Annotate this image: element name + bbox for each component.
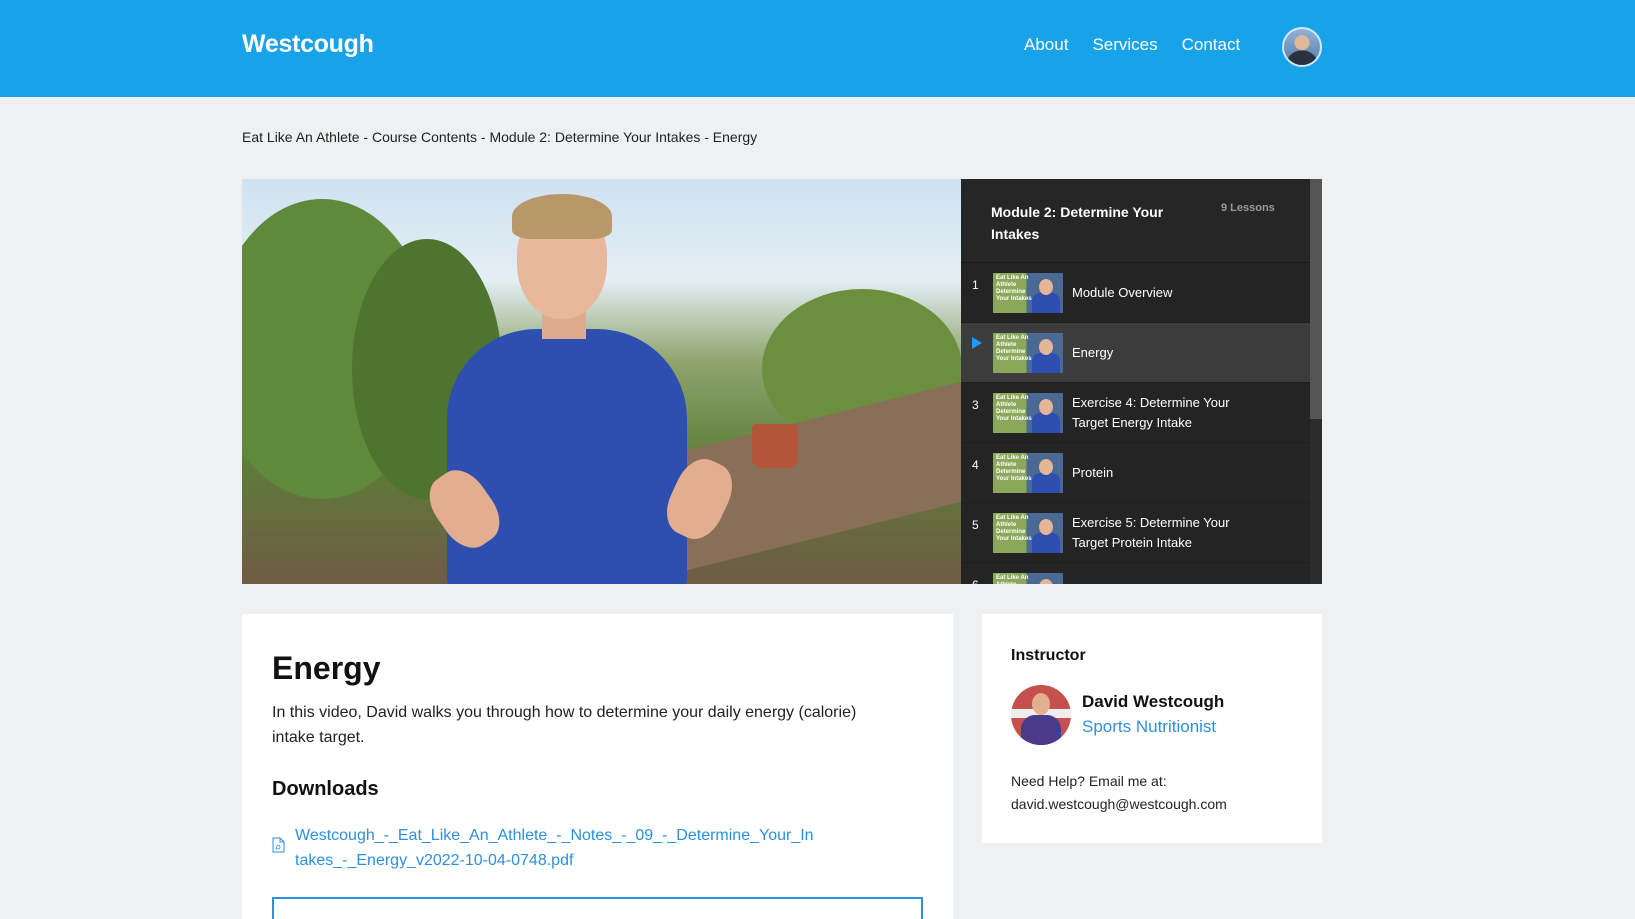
lesson-item[interactable]: 1 Eat Like An Athlete Determine Your Int… — [961, 263, 1322, 323]
lesson-number: 4 — [972, 458, 979, 472]
nav-contact[interactable]: Contact — [1182, 35, 1241, 55]
help-text: Need Help? Email me at: — [1011, 773, 1167, 789]
playlist-scrollbar-thumb[interactable] — [1310, 179, 1322, 419]
lesson-thumbnail: Eat Like An Athlete Determine Your Intak… — [993, 512, 1063, 553]
nav-about[interactable]: About — [1024, 35, 1068, 55]
pdf-file-icon — [272, 837, 285, 853]
video-person-body — [447, 329, 687, 584]
playlist-scrollbar[interactable] — [1310, 179, 1322, 584]
instructor-role[interactable]: Sports Nutritionist — [1082, 717, 1216, 737]
lesson-description: In this video, David walks you through h… — [272, 704, 857, 746]
lesson-count: 9 Lessons — [1221, 202, 1275, 214]
lesson-title: Protein — [1072, 464, 1114, 480]
lesson-thumbnail: Eat Like An Athlete Determine Your Intak… — [993, 392, 1063, 433]
lesson-number: 1 — [972, 278, 979, 292]
brand-logo[interactable]: Westcough — [242, 30, 374, 59]
lesson-number: 3 — [972, 398, 979, 412]
video-player[interactable] — [242, 179, 961, 584]
lesson-thumbnail: Eat Like An Athlete Determine Your Intak… — [993, 452, 1063, 493]
thumbnail-text: Eat Like An Athlete Determine Your Intak… — [996, 574, 1029, 585]
lesson-title: Module Overview — [1072, 284, 1173, 300]
thumbnail-text: Eat Like An Athlete Determine Your Intak… — [996, 334, 1032, 362]
downloads-heading: Downloads — [272, 778, 379, 800]
lesson-thumbnail: Eat Like An Athlete Determine Your Intak… — [993, 272, 1063, 313]
site-header: Westcough About Services Contact — [0, 0, 1635, 97]
playlist-title: Module 2: Determine Your Intakes — [991, 204, 1164, 242]
lesson-item[interactable]: 4 Eat Like An Athlete Determine Your Int… — [961, 443, 1322, 503]
help-email[interactable]: david.westcough@westcough.com — [1011, 793, 1301, 816]
user-avatar[interactable] — [1282, 27, 1322, 67]
nav-services[interactable]: Services — [1092, 35, 1157, 55]
download-link[interactable]: Westcough_-_Eat_Like_An_Athlete_-_Notes_… — [295, 823, 815, 873]
lesson-number: 5 — [972, 518, 979, 532]
lesson-item[interactable]: 5 Eat Like An Athlete Determine Your Int… — [961, 503, 1322, 563]
lesson-item-active[interactable]: Eat Like An Athlete Determine Your Intak… — [961, 323, 1322, 383]
instructor-name: David Westcough — [1082, 692, 1225, 711]
thumbnail-text: Eat Like An Athlete Determine Your Intak… — [996, 394, 1032, 422]
lesson-item[interactable]: 6 Eat Like An Athlete Determine Your Int… — [961, 563, 1322, 584]
lesson-title: Exercise 5: Determine Your Target Protei… — [1072, 514, 1230, 550]
lesson-details-card: Energy In this video, David walks you th… — [242, 614, 953, 919]
video-pot — [752, 424, 798, 468]
instructor-avatar — [1011, 685, 1071, 745]
thumbnail-text: Eat Like An Athlete Determine Your Intak… — [996, 274, 1032, 302]
lesson-number: 6 — [961, 578, 993, 584]
lesson-item[interactable]: 3 Eat Like An Athlete Determine Your Int… — [961, 383, 1322, 443]
thumbnail-text: Eat Like An Athlete Determine Your Intak… — [996, 514, 1032, 542]
lesson-title: Exercise 4: Determine Your Target Energy… — [1072, 394, 1230, 430]
lesson-playlist: Module 2: Determine Your Intakes 9 Lesso… — [961, 179, 1322, 584]
lesson-thumbnail: Eat Like An Athlete Determine Your Intak… — [993, 332, 1063, 373]
instructor-heading: Instructor — [1011, 647, 1086, 664]
play-icon — [972, 337, 982, 349]
lesson-title-heading: Energy — [272, 650, 381, 686]
playlist-header: Module 2: Determine Your Intakes 9 Lesso… — [961, 179, 1322, 263]
lesson-action-box[interactable] — [272, 897, 923, 919]
main-nav: About Services Contact — [1024, 35, 1240, 55]
thumbnail-text: Eat Like An Athlete Determine Your Intak… — [996, 454, 1032, 482]
lesson-title: Energy — [1072, 344, 1114, 360]
breadcrumb[interactable]: Eat Like An Athlete - Course Contents - … — [242, 129, 757, 145]
instructor-card: Instructor David Westcough Sports Nutrit… — [982, 614, 1322, 843]
video-person-hair — [512, 194, 612, 239]
lesson-thumbnail: Eat Like An Athlete Determine Your Intak… — [993, 572, 1063, 585]
instructor-help: Need Help? Email me at: david.westcough@… — [1011, 770, 1301, 816]
